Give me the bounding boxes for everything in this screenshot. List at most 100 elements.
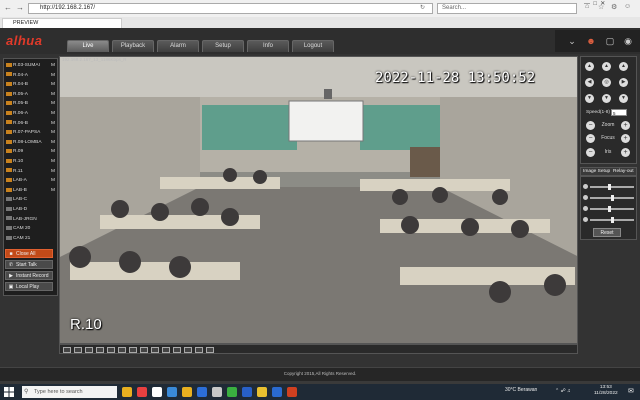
camera-list-item[interactable]: R.06-A M: [6, 110, 57, 118]
reset-button[interactable]: Reset: [593, 228, 621, 237]
camera-list-item[interactable]: LAB-B M: [6, 187, 57, 195]
camera-stream-mark[interactable]: M: [51, 148, 55, 156]
camera-list-item[interactable]: R.07-PAPSA M: [6, 129, 57, 137]
camera-stream-mark[interactable]: M: [51, 158, 55, 166]
camera-stream-mark[interactable]: M: [51, 81, 55, 89]
camera-stream-mark[interactable]: M: [51, 120, 55, 128]
camera-list-item[interactable]: R.09 M: [6, 148, 57, 156]
camera-stream-mark[interactable]: M: [51, 110, 55, 118]
camera-list-item[interactable]: CAM 20: [6, 225, 57, 233]
refresh-icon[interactable]: ↻: [420, 4, 425, 11]
close-all-button[interactable]: ■ Close All: [5, 249, 53, 258]
ptz-down-right-button[interactable]: ▼: [619, 94, 628, 103]
camera-list-item[interactable]: R.05-A M: [6, 91, 57, 99]
smiley-icon[interactable]: ☺: [624, 3, 631, 10]
camera-list-item[interactable]: LAB-A M: [6, 177, 57, 185]
taskbar-task-view-icon[interactable]: [152, 387, 162, 397]
video-tool-icon[interactable]: [85, 347, 93, 353]
local-play-button[interactable]: ▣ Local Play: [5, 282, 53, 291]
camera-list-item[interactable]: R.03-SUMAI M: [6, 62, 57, 70]
video-tool-icon[interactable]: [151, 347, 159, 353]
gear-icon[interactable]: ⚙: [611, 3, 617, 11]
taskbar-excel-icon[interactable]: [227, 387, 237, 397]
notification-icon[interactable]: ✉: [628, 387, 634, 395]
camera-list-item[interactable]: CAM 21: [6, 235, 57, 243]
taskbar-store-icon[interactable]: [212, 387, 222, 397]
video-tool-icon[interactable]: [206, 347, 214, 353]
video-tool-icon[interactable]: [184, 347, 192, 353]
iris-open-button[interactable]: +: [621, 148, 630, 157]
zoom-in-button[interactable]: +: [621, 121, 630, 130]
taskbar-word-icon[interactable]: [242, 387, 252, 397]
video-tool-icon[interactable]: [162, 347, 170, 353]
ptz-up-button[interactable]: ▲: [602, 62, 611, 71]
slider-knob[interactable]: [608, 184, 612, 190]
image-slider[interactable]: [590, 184, 634, 190]
camera-stream-mark[interactable]: M: [51, 187, 55, 195]
taskbar-explorer-icon[interactable]: [182, 387, 192, 397]
address-bar[interactable]: http://192.168.2.167/: [28, 3, 433, 14]
camera-stream-mark[interactable]: M: [51, 91, 55, 99]
camera-list-item[interactable]: R.05-B M: [6, 100, 57, 108]
chevron-down-icon[interactable]: ⌄: [566, 35, 578, 47]
taskbar-app-red-icon[interactable]: [287, 387, 297, 397]
video-tool-icon[interactable]: [129, 347, 137, 353]
slider-knob[interactable]: [610, 217, 614, 223]
ptz-down-button[interactable]: ▼: [602, 94, 611, 103]
tray-icons[interactable]: ⌃ ☍ ♫: [555, 388, 571, 394]
camera-list-item[interactable]: R.10 M: [6, 158, 57, 166]
camera-list-item[interactable]: R.04-A M: [6, 72, 57, 80]
tab-logout[interactable]: Logout: [292, 40, 334, 52]
tab-image-setup[interactable]: Image Setup: [583, 168, 610, 176]
camera-list-item[interactable]: R.04-B M: [6, 81, 57, 89]
image-slider[interactable]: [590, 217, 634, 223]
taskbar-ie-icon[interactable]: [272, 387, 282, 397]
camera-stream-mark[interactable]: M: [51, 177, 55, 185]
camera-stream-mark[interactable]: M: [51, 129, 55, 137]
video-tool-icon[interactable]: [118, 347, 126, 353]
ptz-right-button[interactable]: ▶: [619, 78, 628, 87]
camera-stream-mark[interactable]: M: [51, 168, 55, 176]
ptz-down-left-button[interactable]: ▼: [585, 94, 594, 103]
camera-list-item[interactable]: R.08-LOMBA M: [6, 139, 57, 147]
video-tool-icon[interactable]: [173, 347, 181, 353]
slider-knob[interactable]: [610, 195, 614, 201]
taskbar-search-input[interactable]: Type here to search: [22, 386, 117, 398]
camera-list-item[interactable]: LAB-D: [6, 206, 57, 214]
ptz-up-right-button[interactable]: ▲: [619, 62, 628, 71]
camera-stream-mark[interactable]: M: [51, 139, 55, 147]
taskbar-chrome-icon[interactable]: [257, 387, 267, 397]
instant-record-button[interactable]: ▶ Instant Record: [5, 271, 53, 280]
video-tool-icon[interactable]: [74, 347, 82, 353]
image-slider[interactable]: [590, 206, 634, 212]
weather-widget[interactable]: 30°C Berawan: [505, 387, 537, 393]
iris-close-button[interactable]: −: [586, 148, 595, 157]
windows-start-icon[interactable]: [4, 387, 14, 397]
fullscreen-icon[interactable]: ▢: [604, 35, 616, 47]
taskbar-app-gift-icon[interactable]: [137, 387, 147, 397]
alarm-person-icon[interactable]: ☻: [585, 35, 597, 47]
tab-setup[interactable]: Setup: [202, 40, 244, 52]
ptz-left-button[interactable]: ◀: [585, 78, 594, 87]
video-tool-icon[interactable]: [195, 347, 203, 353]
taskbar-edge-icon[interactable]: [167, 387, 177, 397]
focus-in-button[interactable]: +: [621, 134, 630, 143]
zoom-out-button[interactable]: −: [586, 121, 595, 130]
video-tool-icon[interactable]: [63, 347, 71, 353]
tab-playback[interactable]: Playback: [112, 40, 154, 52]
browser-search-input[interactable]: Search...: [437, 3, 577, 14]
forward-icon[interactable]: →: [15, 3, 25, 13]
camera-list-item[interactable]: LAB-JRGN: [6, 216, 57, 224]
image-slider[interactable]: [590, 195, 634, 201]
tab-relay-out[interactable]: Relay-out: [613, 168, 634, 176]
tab-alarm[interactable]: Alarm: [157, 40, 199, 52]
camera-list-item[interactable]: R.11 M: [6, 168, 57, 176]
ptz-center-button[interactable]: ◎: [602, 78, 611, 87]
video-tool-icon[interactable]: [140, 347, 148, 353]
tab-info[interactable]: Info: [247, 40, 289, 52]
taskbar-mail-icon[interactable]: [197, 387, 207, 397]
ptz-up-left-button[interactable]: ▲: [585, 62, 594, 71]
camera-list-item[interactable]: R.06-B M: [6, 120, 57, 128]
video-tool-icon[interactable]: [96, 347, 104, 353]
settings-wheel-icon[interactable]: ◉: [622, 35, 634, 47]
